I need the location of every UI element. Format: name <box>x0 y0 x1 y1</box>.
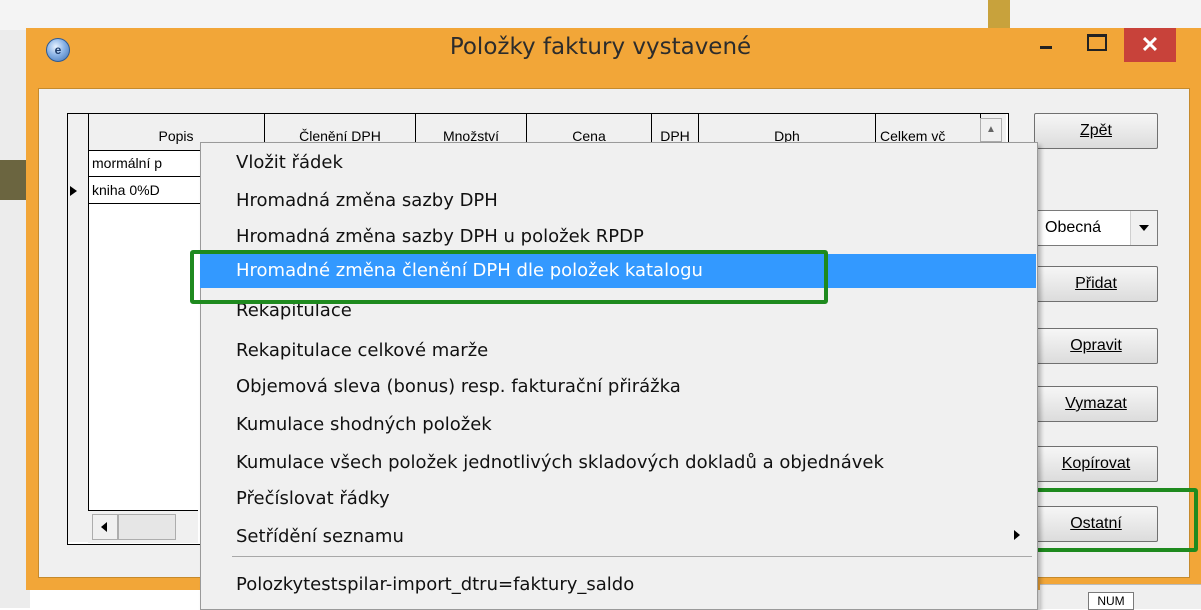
scroll-thumb[interactable] <box>118 514 176 540</box>
back-button[interactable]: Zpět <box>1034 113 1158 149</box>
delete-button[interactable]: Vymazat <box>1034 386 1158 422</box>
menu-item-cumulate-same[interactable]: Kumulace shodných položek <box>236 410 1026 440</box>
category-select-value: Obecná <box>1045 219 1102 236</box>
row-indicator-column <box>68 114 89 542</box>
menu-item-total-margin[interactable]: Rekapitulace celkové marže <box>236 336 1026 366</box>
menu-item-bulk-vat-change[interactable]: Hromadná změna sazby DPH <box>236 186 1026 216</box>
maximize-icon[interactable] <box>1087 34 1107 51</box>
scroll-left-icon[interactable] <box>92 514 118 540</box>
menu-item-volume-discount[interactable]: Objemová sleva (bonus) resp. fakturační … <box>236 372 1026 402</box>
edit-button[interactable]: Opravit <box>1034 328 1158 364</box>
category-select[interactable]: Obecná <box>1034 210 1158 246</box>
scroll-up-icon[interactable]: ▲ <box>980 118 1002 142</box>
current-row-arrow-icon <box>70 186 77 196</box>
menu-item-sort-list[interactable]: Setřídění seznamu <box>236 522 1026 552</box>
menu-item-bulk-vat-change-rpdp[interactable]: Hromadná změna sazby DPH u položek RPDP <box>236 222 1026 252</box>
background-app-accent <box>988 0 1010 30</box>
chevron-down-icon[interactable] <box>1130 211 1157 245</box>
menu-item-renumber[interactable]: Přečíslovat řádky <box>236 484 1026 514</box>
menu-item-insert-row[interactable]: Vložit řádek <box>236 148 1026 178</box>
num-lock-indicator: NUM <box>1088 592 1134 610</box>
close-button[interactable]: ✕ <box>1124 28 1176 62</box>
background-app-toolbar <box>0 0 1201 30</box>
grid-cell-popis[interactable]: kniha 0%D <box>92 177 160 203</box>
add-button[interactable]: Přidat <box>1034 266 1158 302</box>
annotation-highlight-other-button <box>1022 488 1198 552</box>
copy-button[interactable]: Kopírovat <box>1034 446 1158 482</box>
annotation-highlight-menu-item <box>190 250 828 304</box>
menu-item-import-script[interactable]: Polozkytestspilar-import_dtru=faktury_sa… <box>236 570 1026 600</box>
minimize-icon[interactable] <box>1040 46 1052 49</box>
grid-cell-popis[interactable]: mormální p <box>92 150 162 176</box>
menu-item-cumulate-all[interactable]: Kumulace všech položek jednotlivých skla… <box>236 448 1026 478</box>
window-title: Položky faktury vystavené <box>449 34 752 60</box>
menu-separator <box>232 556 1032 557</box>
submenu-arrow-icon <box>1014 530 1020 540</box>
